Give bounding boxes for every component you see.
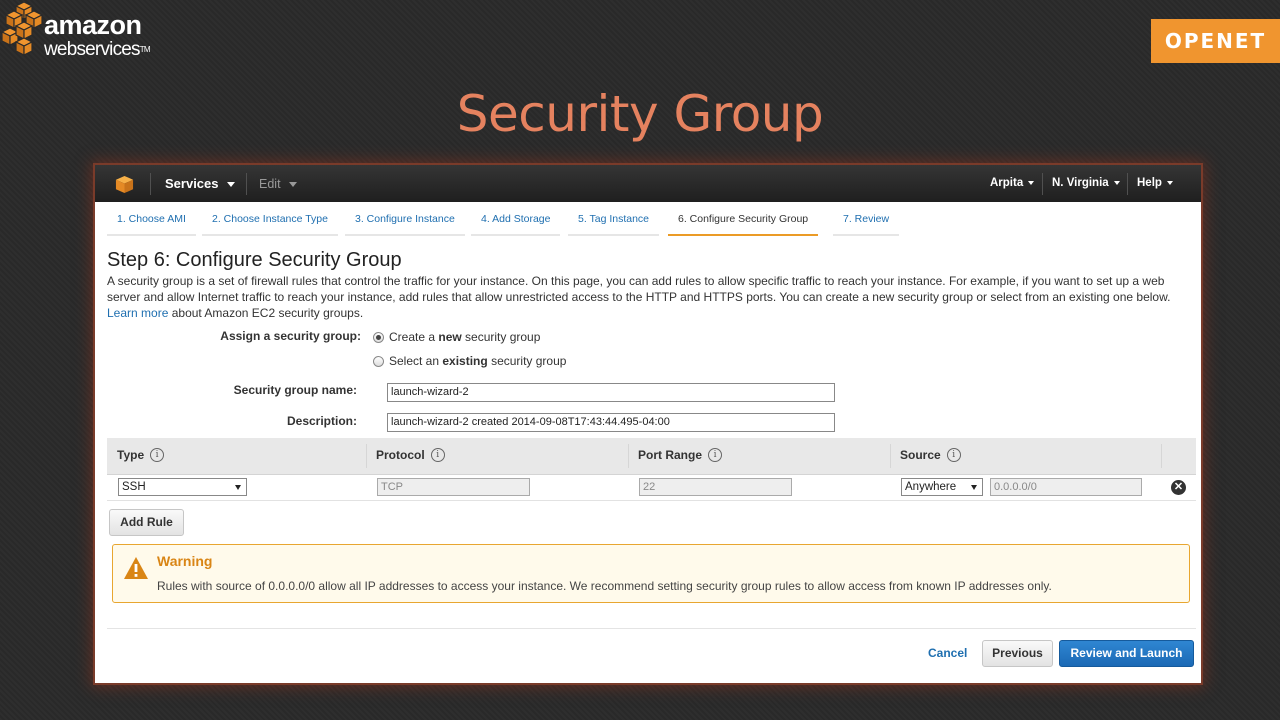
- info-icon[interactable]: i: [430, 448, 445, 462]
- radio-select-existing[interactable]: Select an existing security group: [373, 354, 566, 368]
- nav-divider: [246, 173, 247, 195]
- chevron-down-icon: [1113, 180, 1120, 185]
- services-menu[interactable]: Services: [165, 176, 235, 191]
- info-icon[interactable]: i: [946, 448, 961, 462]
- intro-paragraph: A security group is a set of firewall ru…: [107, 273, 1191, 321]
- aws-cube-icon[interactable]: [115, 175, 134, 194]
- edit-label: Edit: [259, 177, 281, 191]
- nav-divider: [1042, 173, 1043, 195]
- radio-existing-text-bold: existing: [442, 354, 488, 368]
- footer-divider: [107, 628, 1196, 629]
- col-protocol-label: Protocol: [376, 448, 425, 462]
- user-label: Arpita: [990, 177, 1024, 189]
- warning-box: Warning Rules with source of 0.0.0.0/0 a…: [112, 544, 1190, 603]
- step-choose-ami[interactable]: 1. Choose AMI: [107, 212, 196, 236]
- col-source-label: Source: [900, 448, 941, 462]
- radio-new-text-post: security group: [461, 330, 541, 344]
- chevron-down-icon: [1166, 180, 1173, 185]
- add-rule-button[interactable]: Add Rule: [109, 509, 184, 536]
- chevron-down-icon: [288, 182, 297, 188]
- source-select-value: Anywhere: [905, 481, 957, 493]
- step-configure-instance[interactable]: 3. Configure Instance: [345, 212, 465, 236]
- radio-button[interactable]: [373, 355, 384, 367]
- nav-divider: [150, 173, 151, 195]
- chevron-down-icon: [1028, 180, 1035, 185]
- aws-logo-line1: amazon: [44, 10, 142, 40]
- info-icon[interactable]: i: [708, 448, 723, 462]
- aws-logo: amazon webservicesTM: [2, 2, 162, 64]
- col-divider: [366, 444, 367, 468]
- col-port-range: Port Range i: [638, 448, 723, 462]
- type-select-value: SSH: [122, 481, 146, 493]
- step-choose-instance-type[interactable]: 2. Choose Instance Type: [202, 212, 338, 236]
- intro-suffix: about Amazon EC2 security groups.: [171, 306, 364, 320]
- group-name-label: Security group name:: [233, 383, 357, 397]
- aws-logo-tm: TM: [139, 45, 151, 54]
- region-menu[interactable]: N. Virginia: [1052, 177, 1120, 189]
- page-title: Step 6: Configure Security Group: [107, 249, 402, 271]
- aws-logo-line2-text: webservices: [44, 39, 141, 60]
- col-divider: [890, 444, 891, 468]
- aws-cubes-icon: [2, 2, 44, 56]
- radio-create-new-label: Create a new security group: [389, 330, 540, 344]
- chevron-down-icon: [226, 182, 235, 188]
- radio-select-existing-label: Select an existing security group: [389, 354, 566, 368]
- radio-existing-text-pre: Select an: [389, 354, 443, 368]
- port-range-field: 22: [639, 478, 792, 496]
- services-label: Services: [165, 176, 219, 191]
- radio-create-new[interactable]: Create a new security group: [373, 330, 540, 344]
- col-type-label: Type: [117, 448, 145, 462]
- radio-button-selected[interactable]: [373, 331, 384, 343]
- edit-menu[interactable]: Edit: [259, 177, 297, 191]
- dropdown-arrow-icon: [971, 485, 977, 490]
- col-divider: [628, 444, 629, 468]
- rules-table-header: Type i Protocol i Port Range i Source i: [107, 438, 1196, 475]
- aws-console-screenshot: Services Edit Arpita N. Virginia Help 1.…: [95, 165, 1201, 683]
- radio-new-text-pre: Create a: [389, 330, 439, 344]
- col-port-label: Port Range: [638, 448, 703, 462]
- remove-rule-icon[interactable]: ✕: [1171, 480, 1186, 495]
- radio-existing-text-post: security group: [487, 354, 567, 368]
- review-and-launch-button[interactable]: Review and Launch: [1059, 640, 1194, 667]
- table-row: SSH TCP 22 Anywhere 0.0.0.0/0 ✕: [107, 475, 1196, 501]
- intro-text: A security group is a set of firewall ru…: [107, 274, 1171, 304]
- previous-button[interactable]: Previous: [982, 640, 1053, 667]
- step-add-storage[interactable]: 4. Add Storage: [471, 212, 561, 236]
- warning-icon: [124, 557, 148, 579]
- step-configure-security-group[interactable]: 6. Configure Security Group: [668, 212, 819, 236]
- help-menu[interactable]: Help: [1137, 177, 1173, 189]
- nav-divider: [1127, 173, 1128, 195]
- group-name-input[interactable]: launch-wizard-2: [387, 383, 835, 402]
- description-label: Description:: [286, 414, 357, 428]
- col-divider: [1161, 444, 1162, 468]
- description-input[interactable]: launch-wizard-2 created 2014-09-08T17:43…: [387, 413, 835, 432]
- warning-text: Rules with source of 0.0.0.0/0 allow all…: [157, 579, 1052, 593]
- protocol-field: TCP: [377, 478, 530, 496]
- assign-group-label: Assign a security group:: [220, 329, 361, 343]
- source-select[interactable]: Anywhere: [901, 478, 983, 496]
- dropdown-arrow-icon: [235, 485, 241, 490]
- openet-logo: OPENET: [1151, 19, 1280, 63]
- region-label: N. Virginia: [1052, 177, 1109, 189]
- aws-logo-line2: webservicesTM: [44, 40, 150, 60]
- info-icon[interactable]: i: [150, 448, 165, 462]
- col-protocol: Protocol i: [376, 448, 445, 462]
- help-label: Help: [1137, 177, 1162, 189]
- radio-new-text-bold: new: [438, 330, 462, 344]
- type-select[interactable]: SSH: [118, 478, 247, 496]
- warning-title: Warning: [157, 553, 213, 569]
- console-top-nav: Services Edit Arpita N. Virginia Help: [95, 165, 1201, 202]
- cancel-button[interactable]: Cancel: [928, 646, 967, 660]
- step-tag-instance[interactable]: 5. Tag Instance: [568, 212, 660, 236]
- step-review[interactable]: 7. Review: [833, 212, 900, 236]
- learn-more-link[interactable]: Learn more: [107, 306, 168, 320]
- source-cidr-field[interactable]: 0.0.0.0/0: [990, 478, 1142, 496]
- col-type: Type i: [117, 448, 165, 462]
- user-menu[interactable]: Arpita: [990, 177, 1035, 189]
- slide-title: Security Group: [456, 85, 824, 143]
- col-source: Source i: [900, 448, 961, 462]
